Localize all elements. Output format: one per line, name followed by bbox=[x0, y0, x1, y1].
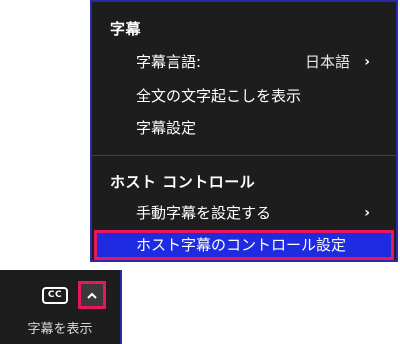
captions-section-title: 字幕 bbox=[110, 20, 142, 38]
host-caption-control-settings-label: ホスト字幕のコントロール設定 bbox=[136, 236, 347, 254]
caption-settings-label: 字幕設定 bbox=[136, 119, 197, 137]
caption-language-label: 字幕言語: bbox=[136, 53, 202, 71]
menu-divider bbox=[92, 155, 396, 156]
chevron-right-icon: › bbox=[364, 205, 370, 221]
show-full-transcript-item[interactable]: 全文の文字起こしを表示 bbox=[94, 81, 394, 111]
caption-settings-item[interactable]: 字幕設定 bbox=[94, 113, 394, 143]
caption-language-value: 日本語 bbox=[304, 53, 350, 71]
host-controls-section-title: ホスト コントロール bbox=[110, 173, 256, 191]
captions-options-button[interactable] bbox=[78, 281, 106, 309]
captions-toolbar: CC 字幕を表示 bbox=[0, 270, 122, 344]
host-caption-control-settings-item[interactable]: ホスト字幕のコントロール設定 bbox=[94, 230, 394, 260]
caption-language-item[interactable]: 字幕言語: 日本語 › bbox=[94, 47, 394, 77]
chevron-up-icon bbox=[87, 292, 97, 299]
manual-captions-item[interactable]: 手動字幕を設定する › bbox=[94, 198, 394, 228]
captions-menu: 字幕 字幕言語: 日本語 › 全文の文字起こしを表示 字幕設定 ホスト コントロ… bbox=[90, 0, 398, 262]
cc-icon[interactable]: CC bbox=[42, 287, 68, 304]
show-full-transcript-label: 全文の文字起こしを表示 bbox=[136, 87, 302, 105]
chevron-right-icon: › bbox=[364, 54, 370, 70]
show-captions-label: 字幕を表示 bbox=[27, 322, 93, 337]
manual-captions-label: 手動字幕を設定する bbox=[136, 204, 272, 222]
